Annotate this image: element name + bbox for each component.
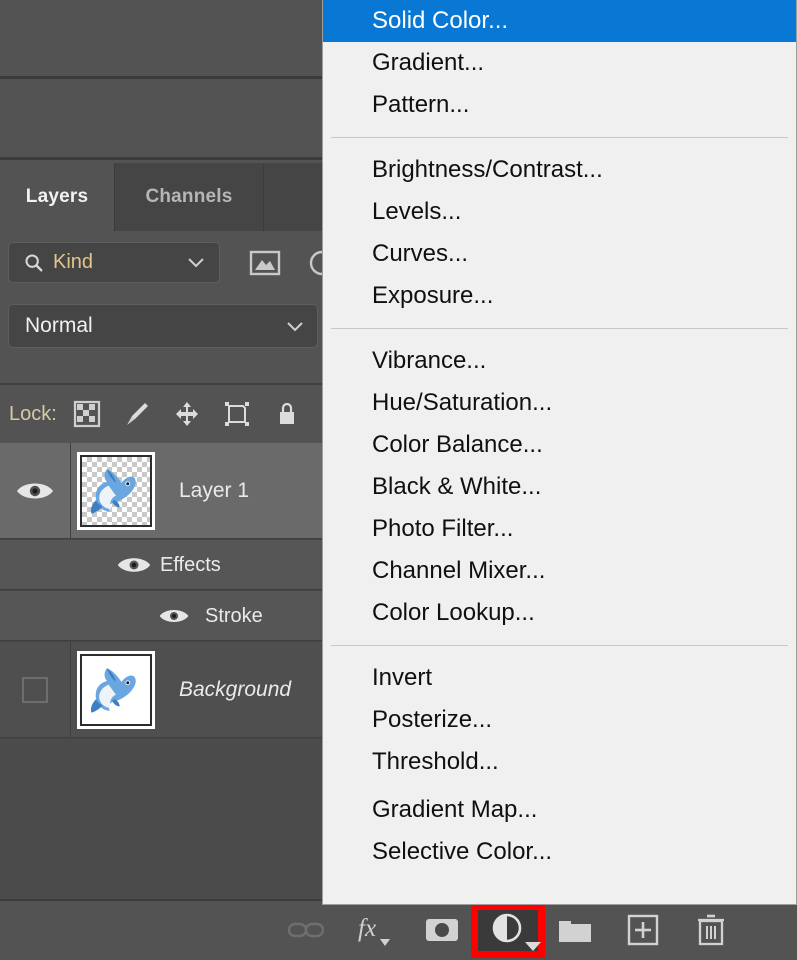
lock-label: Lock: (9, 402, 57, 425)
menu-item-posterize[interactable]: Posterize... (323, 699, 796, 741)
layer-thumbnail[interactable] (77, 650, 155, 729)
chevron-down-icon (188, 258, 204, 268)
layer-style-button[interactable]: fx (345, 907, 403, 953)
chevron-down-icon (287, 322, 303, 332)
transparent-pixels-lock-icon[interactable] (73, 400, 101, 428)
layer-visibility-toggle[interactable] (0, 443, 71, 538)
position-lock-icon[interactable] (173, 400, 201, 428)
image-pixels-lock-icon[interactable] (123, 400, 151, 428)
layers-panel-toolbar: fx (0, 899, 797, 960)
eye-icon (17, 483, 53, 498)
menu-item-threshold[interactable]: Threshold... (323, 741, 796, 783)
tab-channels[interactable]: Channels (114, 163, 264, 231)
tab-channels-label: Channels (145, 186, 233, 207)
background-visibility-toggle[interactable] (0, 642, 71, 737)
dolphin-image (90, 667, 136, 713)
image-layer-filter-icon (249, 250, 281, 276)
add-layer-mask-button[interactable] (413, 907, 471, 953)
menu-item-black-and-white[interactable]: Black & White... (323, 466, 796, 508)
new-adjustment-layer-icon (492, 913, 522, 943)
stroke-visibility-toggle[interactable] (158, 591, 190, 640)
new-group-folder-icon (559, 921, 591, 942)
blend-mode-value: Normal (25, 314, 93, 337)
stroke-label: Stroke (205, 605, 263, 627)
adjustment-menu-caret-icon (525, 942, 541, 951)
new-adjustment-layer-menu: Solid Color... Gradient... Pattern... Br… (322, 0, 797, 905)
layer-name-label: Background (179, 677, 292, 701)
menu-item-channel-mixer[interactable]: Channel Mixer... (323, 550, 796, 592)
layer-filter-kind-select[interactable]: Kind (8, 242, 220, 283)
delete-layer-button[interactable] (682, 907, 740, 953)
effects-visibility-toggle[interactable] (116, 540, 152, 589)
layer-style-fx-icon: fx (358, 915, 390, 946)
eye-icon (159, 609, 189, 622)
menu-item-selective-color[interactable]: Selective Color... (323, 831, 796, 873)
menu-item-curves[interactable]: Curves... (323, 233, 796, 275)
menu-item-gradient[interactable]: Gradient... (323, 42, 796, 84)
menu-item-levels[interactable]: Levels... (323, 191, 796, 233)
menu-item-pattern[interactable]: Pattern... (323, 84, 796, 126)
layer-filter-kind-label: Kind (53, 251, 94, 273)
menu-item-gradient-map[interactable]: Gradient Map... (323, 789, 796, 831)
eye-off-icon (22, 676, 48, 703)
tab-paths[interactable] (264, 163, 324, 231)
menu-item-color-balance[interactable]: Color Balance... (323, 424, 796, 466)
effects-label: Effects (160, 554, 221, 576)
menu-item-hue-saturation[interactable]: Hue/Saturation... (323, 382, 796, 424)
menu-separator (331, 645, 788, 646)
link-layers-button[interactable] (277, 907, 335, 953)
delete-layer-trash-icon (698, 914, 724, 946)
link-layers-icon (287, 922, 325, 938)
artboard-nesting-lock-icon[interactable] (223, 400, 251, 428)
menu-separator (331, 137, 788, 138)
layer-name-label: Layer 1 (179, 478, 250, 502)
blend-mode-select[interactable]: Normal (8, 304, 318, 348)
lock-all-icon[interactable] (273, 400, 301, 428)
menu-item-solid-color[interactable]: Solid Color... (323, 0, 796, 42)
menu-item-exposure[interactable]: Exposure... (323, 275, 796, 317)
menu-item-photo-filter[interactable]: Photo Filter... (323, 508, 796, 550)
eye-icon (117, 557, 151, 572)
menu-item-color-lookup[interactable]: Color Lookup... (323, 592, 796, 634)
menu-item-vibrance[interactable]: Vibrance... (323, 340, 796, 382)
dolphin-image (90, 468, 136, 514)
layer-thumbnail[interactable] (77, 451, 155, 530)
tab-layers[interactable]: Layers (0, 163, 114, 231)
svg-text:fx: fx (358, 915, 376, 942)
new-layer-icon (627, 914, 659, 946)
menu-separator (331, 328, 788, 329)
menu-item-brightness-contrast[interactable]: Brightness/Contrast... (323, 149, 796, 191)
search-icon (25, 253, 43, 272)
tab-layers-label: Layers (25, 186, 89, 207)
new-group-button[interactable] (546, 907, 604, 953)
menu-item-invert[interactable]: Invert (323, 657, 796, 699)
add-layer-mask-icon (426, 919, 458, 941)
filter-image-layers-button[interactable] (248, 248, 282, 278)
new-layer-button[interactable] (614, 907, 672, 953)
